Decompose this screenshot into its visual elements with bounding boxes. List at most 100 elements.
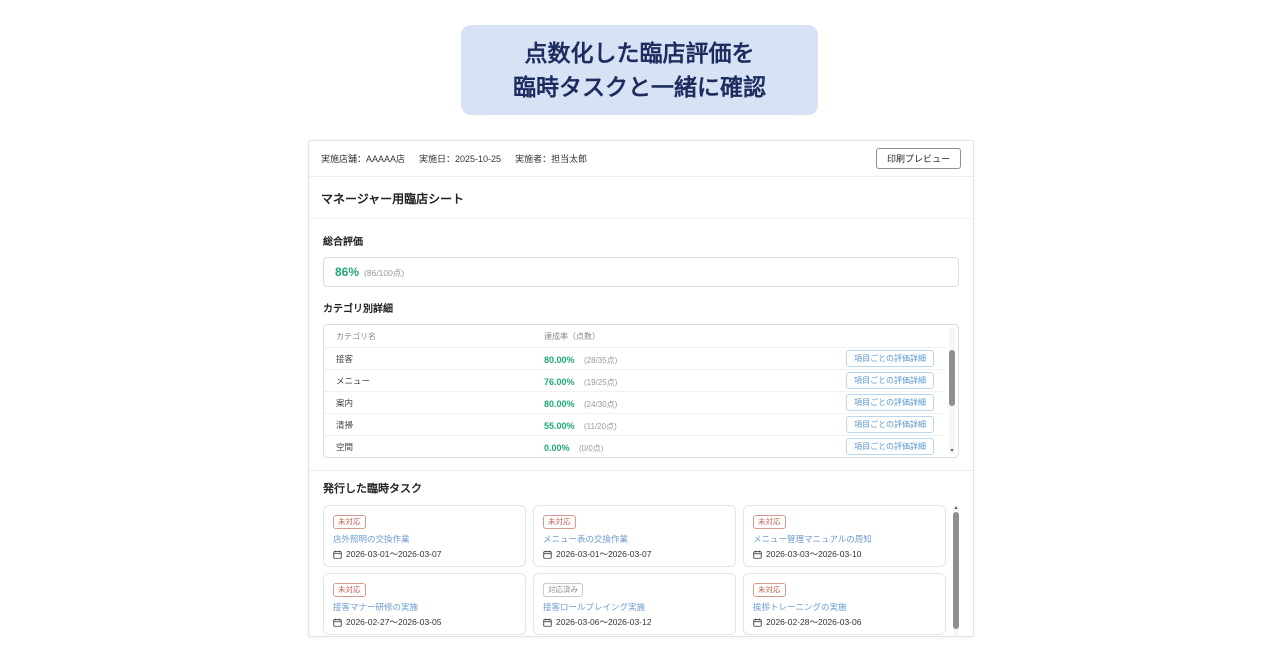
sheet-meta-header: 実施店舗：AAAAA店 実施日：2025-10-25 実施者：担当太郎 印刷プレ… bbox=[309, 141, 973, 177]
task-card[interactable]: 未対応 挨拶トレーニングの実施 2026-02-28～2026-03-06 bbox=[743, 573, 946, 635]
category-points: (19/25点) bbox=[584, 378, 617, 387]
task-period-text: 2026-02-27～2026-03-05 bbox=[346, 616, 441, 628]
category-scrollbar[interactable]: ▾ bbox=[949, 328, 955, 454]
category-points: (0/0点) bbox=[579, 444, 603, 453]
calendar-icon bbox=[333, 618, 342, 627]
chevron-up-icon[interactable]: ▴ bbox=[953, 505, 959, 511]
task-status-badge: 未対応 bbox=[333, 583, 366, 598]
calendar-icon bbox=[543, 618, 552, 627]
visit-sheet-panel: 実施店舗：AAAAA店 実施日：2025-10-25 実施者：担当太郎 印刷プレ… bbox=[308, 140, 974, 637]
print-preview-button[interactable]: 印刷プレビュー bbox=[876, 148, 961, 169]
overall-percent: 86% bbox=[335, 265, 359, 279]
task-title-link[interactable]: メニュー表の交換作業 bbox=[543, 533, 726, 545]
task-status-badge: 未対応 bbox=[333, 515, 366, 530]
category-name: 接客 bbox=[336, 353, 544, 365]
task-status-badge: 未対応 bbox=[753, 583, 786, 598]
item-evaluation-detail-button[interactable]: 項目ごとの評価詳細 bbox=[846, 416, 934, 433]
category-rate: 76.00% bbox=[544, 377, 575, 387]
category-table-header: カテゴリ名 達成率（点数） bbox=[324, 325, 946, 347]
task-period-text: 2026-03-06～2026-03-12 bbox=[556, 616, 651, 628]
item-evaluation-detail-button[interactable]: 項目ごとの評価詳細 bbox=[846, 394, 934, 411]
sheet-title: マネージャー用臨店シート bbox=[309, 177, 973, 219]
task-status-badge: 対応済み bbox=[543, 583, 583, 598]
category-name: 案内 bbox=[336, 397, 544, 409]
callout-line-2: 臨時タスクと一緒に確認 bbox=[513, 70, 766, 105]
chevron-down-icon[interactable]: ▾ bbox=[949, 448, 955, 454]
meta-store: 実施店舗：AAAAA店 bbox=[321, 152, 405, 165]
category-rate: 80.00% bbox=[544, 399, 575, 409]
task-period: 2026-02-27～2026-03-05 bbox=[333, 616, 516, 628]
task-card[interactable]: 未対応 メニュー表の交換作業 2026-03-01～2026-03-07 bbox=[533, 505, 736, 567]
task-title-link[interactable]: 店外照明の交換作業 bbox=[333, 533, 516, 545]
callout-line-1: 点数化した臨店評価を bbox=[525, 36, 755, 71]
scrollbar-thumb[interactable] bbox=[949, 350, 955, 406]
task-period-text: 2026-02-28～2026-03-06 bbox=[766, 616, 861, 628]
category-row: メニュー 76.00% (19/25点) 項目ごとの評価詳細 bbox=[324, 369, 946, 391]
overall-score-section: 総合評価 86% (86/100点) bbox=[309, 219, 973, 287]
category-rate-cell: 80.00% (28/35点) bbox=[544, 350, 846, 368]
overall-points: (86/100点) bbox=[364, 267, 404, 279]
category-row: 空間 0.00% (0/0点) 項目ごとの評価詳細 bbox=[324, 435, 946, 457]
overall-heading: 総合評価 bbox=[323, 233, 959, 248]
meta-person: 実施者：担当太郎 bbox=[515, 152, 587, 165]
category-rate: 0.00% bbox=[544, 443, 570, 453]
task-status-badge: 未対応 bbox=[753, 515, 786, 530]
task-card[interactable]: 未対応 店外照明の交換作業 2026-03-01～2026-03-07 bbox=[323, 505, 526, 567]
annotation-callout: 点数化した臨店評価を 臨時タスクと一緒に確認 bbox=[461, 25, 818, 115]
task-period: 2026-02-28～2026-03-06 bbox=[753, 616, 936, 628]
category-rate: 80.00% bbox=[544, 355, 575, 365]
task-period: 2026-03-01～2026-03-07 bbox=[333, 548, 516, 560]
category-row: 接客 80.00% (28/35点) 項目ごとの評価詳細 bbox=[324, 347, 946, 369]
category-name: 空間 bbox=[336, 441, 544, 453]
category-points: (24/30点) bbox=[584, 400, 617, 409]
calendar-icon bbox=[753, 550, 762, 559]
task-period: 2026-03-01～2026-03-07 bbox=[543, 548, 726, 560]
task-card[interactable]: 未対応 メニュー管理マニュアルの周知 2026-03-03～2026-03-10 bbox=[743, 505, 946, 567]
item-evaluation-detail-button[interactable]: 項目ごとの評価詳細 bbox=[846, 372, 934, 389]
temporary-tasks-section: 発行した臨時タスク 未対応 店外照明の交換作業 2026-03-01～2026-… bbox=[309, 470, 973, 637]
task-card[interactable]: 対応済み 接客ロールプレイング実施 2026-03-06～2026-03-12 bbox=[533, 573, 736, 635]
category-detail-section: カテゴリ別詳細 カテゴリ名 達成率（点数） 接客 80.00% (28/35点)… bbox=[309, 287, 973, 458]
task-status-badge: 未対応 bbox=[543, 515, 576, 530]
calendar-icon bbox=[753, 618, 762, 627]
tasks-heading: 発行した臨時タスク bbox=[323, 480, 959, 496]
category-row: 清掃 55.00% (11/20点) 項目ごとの評価詳細 bbox=[324, 413, 946, 435]
column-achievement-rate: 達成率（点数） bbox=[544, 331, 934, 342]
category-points: (28/35点) bbox=[584, 356, 617, 365]
page: 点数化した臨店評価を 臨時タスクと一緒に確認 実施店舗：AAAAA店 実施日：2… bbox=[0, 0, 1280, 670]
task-period-text: 2026-03-01～2026-03-07 bbox=[346, 548, 441, 560]
overall-score-box: 86% (86/100点) bbox=[323, 257, 959, 287]
tasks-grid: 未対応 店外照明の交換作業 2026-03-01～2026-03-07 未対応 … bbox=[323, 505, 946, 637]
categories-heading: カテゴリ別詳細 bbox=[323, 300, 959, 315]
scrollbar-thumb[interactable] bbox=[953, 512, 959, 629]
task-title-link[interactable]: 接客マナー研修の実施 bbox=[333, 601, 516, 613]
task-period: 2026-03-06～2026-03-12 bbox=[543, 616, 726, 628]
category-rate-cell: 0.00% (0/0点) bbox=[544, 438, 846, 456]
category-rate-cell: 55.00% (11/20点) bbox=[544, 416, 846, 434]
category-rows: 接客 80.00% (28/35点) 項目ごとの評価詳細 メニュー 76.00%… bbox=[324, 347, 946, 457]
category-name: 清掃 bbox=[336, 419, 544, 431]
category-name: メニュー bbox=[336, 375, 544, 387]
category-rate-cell: 80.00% (24/30点) bbox=[544, 394, 846, 412]
task-title-link[interactable]: 挨拶トレーニングの実施 bbox=[753, 601, 936, 613]
task-title-link[interactable]: 接客ロールプレイング実施 bbox=[543, 601, 726, 613]
task-period-text: 2026-03-01～2026-03-07 bbox=[556, 548, 651, 560]
meta-date: 実施日：2025-10-25 bbox=[419, 152, 501, 165]
task-card[interactable]: 未対応 接客マナー研修の実施 2026-02-27～2026-03-05 bbox=[323, 573, 526, 635]
sheet-meta: 実施店舗：AAAAA店 実施日：2025-10-25 実施者：担当太郎 bbox=[321, 152, 587, 165]
category-row: 案内 80.00% (24/30点) 項目ごとの評価詳細 bbox=[324, 391, 946, 413]
calendar-icon bbox=[543, 550, 552, 559]
calendar-icon bbox=[333, 550, 342, 559]
category-points: (11/20点) bbox=[584, 422, 617, 431]
category-table: カテゴリ名 達成率（点数） 接客 80.00% (28/35点) 項目ごとの評価… bbox=[323, 324, 959, 458]
item-evaluation-detail-button[interactable]: 項目ごとの評価詳細 bbox=[846, 438, 934, 455]
task-period: 2026-03-03～2026-03-10 bbox=[753, 548, 936, 560]
tasks-scrollbar[interactable]: ▴ bbox=[953, 505, 959, 637]
tasks-area: 未対応 店外照明の交換作業 2026-03-01～2026-03-07 未対応 … bbox=[323, 505, 959, 637]
column-category-name: カテゴリ名 bbox=[336, 331, 544, 342]
category-rate: 55.00% bbox=[544, 421, 575, 431]
task-title-link[interactable]: メニュー管理マニュアルの周知 bbox=[753, 533, 936, 545]
item-evaluation-detail-button[interactable]: 項目ごとの評価詳細 bbox=[846, 350, 934, 367]
task-period-text: 2026-03-03～2026-03-10 bbox=[766, 548, 861, 560]
category-rate-cell: 76.00% (19/25点) bbox=[544, 372, 846, 390]
